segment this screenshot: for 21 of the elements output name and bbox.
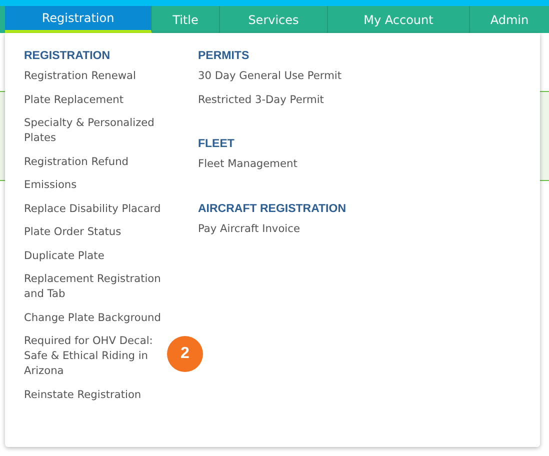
menu-link[interactable]: Emissions [24, 178, 77, 193]
menu-link[interactable]: Registration Renewal [24, 69, 136, 84]
menu-link[interactable]: Specialty & Personalized Plates [24, 116, 164, 146]
menu-link[interactable]: Replacement Registration and Tab [24, 272, 164, 302]
menu-link[interactable]: Fleet Management [198, 157, 298, 172]
menu-link[interactable]: Pay Aircraft Invoice [198, 222, 300, 236]
menu-link[interactable]: Required for OHV Decal: Safe & Ethical Riding in Arizona [24, 334, 164, 379]
menu-link[interactable]: Change Plate Background [24, 310, 161, 326]
menu-heading: REGISTRATION [24, 50, 112, 62]
menu-link[interactable]: Plate Order Status [24, 225, 122, 240]
menu-link[interactable]: 30 Day General Use Permit [198, 69, 342, 84]
menu-link[interactable]: Reinstate Registration [24, 388, 142, 402]
menu-link[interactable]: Replace Disability Placard [24, 202, 161, 216]
menu-heading: PERMITS [198, 50, 250, 62]
menu-link[interactable]: Restricted 3-Day Permit [198, 92, 324, 108]
menu-heading: FLEET [198, 138, 236, 150]
nav-tab[interactable]: Registration [5, 6, 152, 33]
menu-heading: AIRCRAFT REGISTRATION [198, 202, 346, 214]
menu-link[interactable]: Plate Replacement [24, 92, 124, 108]
menu-link[interactable]: Registration Refund [24, 154, 129, 170]
menu-link[interactable]: Duplicate Plate [24, 248, 104, 264]
